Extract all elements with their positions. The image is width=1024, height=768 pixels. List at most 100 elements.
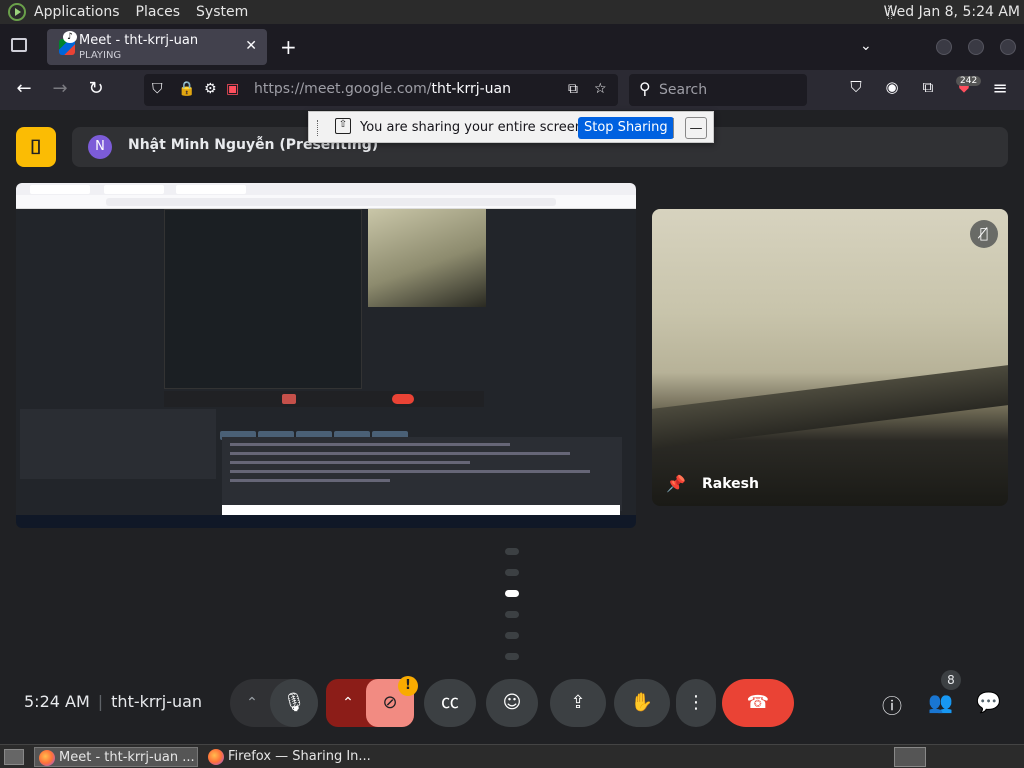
emoji-reaction-icon[interactable]: ☺ — [486, 679, 538, 727]
participant-tile[interactable]: 🎙̸ 📌 Rakesh — [652, 209, 1008, 506]
meeting-time: 5:24 AM — [24, 692, 90, 711]
forward-icon[interactable]: → — [48, 78, 72, 99]
url-host: https://meet.google.com/ — [254, 81, 432, 97]
more-options-icon[interactable]: ⋮ — [676, 679, 716, 727]
sharing-message: You are sharing your entire screen. — [360, 120, 588, 135]
screen-share-icon: ⇧ — [335, 118, 351, 134]
tile-pager — [503, 548, 521, 674]
picture-in-picture-icon[interactable]: ⧉ — [568, 81, 578, 97]
minimize-notification-button[interactable]: — — [685, 117, 707, 139]
search-input[interactable] — [659, 80, 799, 100]
nested-taskbar — [16, 515, 636, 528]
tab-title: Meet - tht-krrj-uan — [79, 33, 199, 48]
url-path: tht-krrj-uan — [431, 81, 512, 97]
pager-dot-active[interactable] — [505, 590, 519, 597]
window-maximize-button[interactable] — [968, 39, 984, 55]
stop-sharing-button[interactable]: Stop Sharing — [578, 117, 674, 139]
audio-options-chevron-icon[interactable]: ⌃ — [234, 679, 270, 727]
reload-icon[interactable]: ↻ — [84, 78, 108, 99]
nested-tabstrip — [16, 183, 636, 195]
account-icon[interactable]: ◉ — [880, 78, 904, 96]
desktop-menu: Applications Places System — [26, 0, 256, 24]
presenter-avatar: N — [88, 135, 112, 159]
pager-dot[interactable] — [505, 569, 519, 576]
app-menu-icon[interactable]: ≡ — [988, 78, 1012, 99]
workspace-switcher[interactable] — [894, 747, 926, 767]
permissions-icon[interactable]: ⚙ — [204, 81, 217, 97]
pager-dot[interactable] — [505, 611, 519, 618]
nested-navbar — [16, 195, 636, 209]
back-icon[interactable]: ← — [12, 78, 36, 99]
nested-chat-text — [222, 437, 622, 511]
pocket-icon[interactable]: ⛉ — [844, 78, 868, 96]
firefox-icon — [39, 750, 55, 766]
menu-places[interactable]: Places — [128, 0, 189, 24]
present-screen-icon[interactable]: ⇪ — [550, 679, 606, 727]
desktop-clock[interactable]: Wed Jan 8, 5:24 AM — [884, 0, 1020, 24]
raise-hand-icon[interactable]: ✋ — [614, 679, 670, 727]
pager-dot[interactable] — [505, 548, 519, 555]
screen-share-indicator-icon[interactable]: ▣ — [226, 81, 239, 97]
nested-urlbar — [106, 198, 556, 206]
taskbar-item-meet[interactable]: Meet - tht-krrj-uan ... — [34, 747, 198, 767]
browser-nav-bar: ← → ↻ ⛉ 🔒 ⚙ ▣ https://meet.google.com/th… — [0, 70, 1024, 110]
end-call-icon[interactable]: ☎ — [722, 679, 794, 727]
tab-meet[interactable]: ♪ Meet - tht-krrj-uan PLAYING ✕ — [47, 29, 267, 65]
camera-warning-icon: ! — [398, 676, 418, 696]
extensions-icon[interactable]: ⧉ — [916, 78, 940, 96]
window-minimize-button[interactable] — [936, 39, 952, 55]
lock-icon[interactable]: 🔒 — [178, 81, 195, 97]
pager-dot[interactable] — [505, 632, 519, 639]
meeting-info: 5:24 AM | tht-krrj-uan — [24, 692, 202, 711]
meet-page: ⌷ N Nhật Minh Nguyễn (Presenting) 🎙̸ 📌 R… — [0, 110, 1024, 744]
screen-sharing-notification: ⇧ You are sharing your entire screen. St… — [308, 111, 714, 143]
bookmark-star-icon[interactable]: ☆ — [594, 81, 607, 97]
nested-chat-input — [222, 505, 620, 515]
nested-controls — [164, 391, 484, 407]
browser-tab-strip: ♪ Meet - tht-krrj-uan PLAYING ✕ + ⌄ — [0, 24, 1024, 70]
menu-applications[interactable]: Applications — [26, 0, 128, 24]
tab-status: PLAYING — [79, 50, 122, 61]
mic-muted-icon: 🎙̸ — [970, 220, 998, 248]
video-options-chevron-icon[interactable]: ⌃ — [330, 679, 366, 727]
microphone-icon[interactable]: 🎙 — [270, 679, 318, 727]
nested-tab — [176, 185, 246, 194]
camera-feed-image — [652, 365, 1008, 449]
people-icon[interactable]: 👥 — [928, 690, 953, 714]
nested-content — [16, 209, 636, 528]
list-all-tabs-icon[interactable] — [11, 38, 27, 52]
search-bar[interactable]: ⚲ — [629, 74, 807, 106]
nested-tab — [30, 185, 90, 194]
url-text[interactable]: https://meet.google.com/tht-krrj-uan — [254, 81, 511, 97]
tab-overflow-chevron-icon[interactable]: ⌄ — [860, 38, 872, 54]
tracking-shield-icon[interactable]: ⛉ — [152, 81, 163, 97]
participant-count-badge: 8 — [941, 670, 961, 690]
taskbar-item-label: Firefox — Sharing In... — [228, 749, 371, 764]
separator: | — [97, 692, 104, 711]
tab-close-icon[interactable]: ✕ — [245, 38, 257, 54]
distro-logo-icon[interactable] — [8, 3, 26, 21]
drag-handle[interactable] — [317, 120, 320, 136]
meeting-details-icon[interactable]: ⓘ — [880, 690, 904, 719]
nested-camera-tile — [368, 209, 486, 307]
nested-end-call — [392, 394, 414, 404]
captions-icon[interactable]: ㏄ — [424, 679, 476, 727]
chat-icon[interactable]: 💬 — [976, 690, 1001, 714]
taskbar-item-firefox-sharing[interactable]: Firefox — Sharing In... — [204, 747, 384, 767]
search-icon: ⚲ — [639, 79, 651, 98]
url-bar[interactable]: ⛉ 🔒 ⚙ ▣ https://meet.google.com/tht-krrj… — [144, 74, 618, 106]
meet-companion-icon[interactable]: ⌷ — [16, 127, 56, 167]
pin-icon[interactable]: 📌 — [666, 474, 686, 493]
shared-screen-tile[interactable] — [16, 183, 636, 528]
nested-buttons — [220, 425, 430, 440]
firefox-icon — [208, 749, 224, 765]
pager-dot[interactable] — [505, 653, 519, 660]
speaker-playing-icon[interactable]: ♪ — [63, 31, 77, 43]
menu-system[interactable]: System — [188, 0, 256, 24]
window-close-button[interactable] — [1000, 39, 1016, 55]
new-tab-button[interactable]: + — [280, 35, 297, 59]
nested-tab — [104, 185, 164, 194]
meeting-code: tht-krrj-uan — [111, 692, 203, 711]
show-desktop-button[interactable] — [4, 749, 24, 765]
separator — [673, 118, 674, 138]
